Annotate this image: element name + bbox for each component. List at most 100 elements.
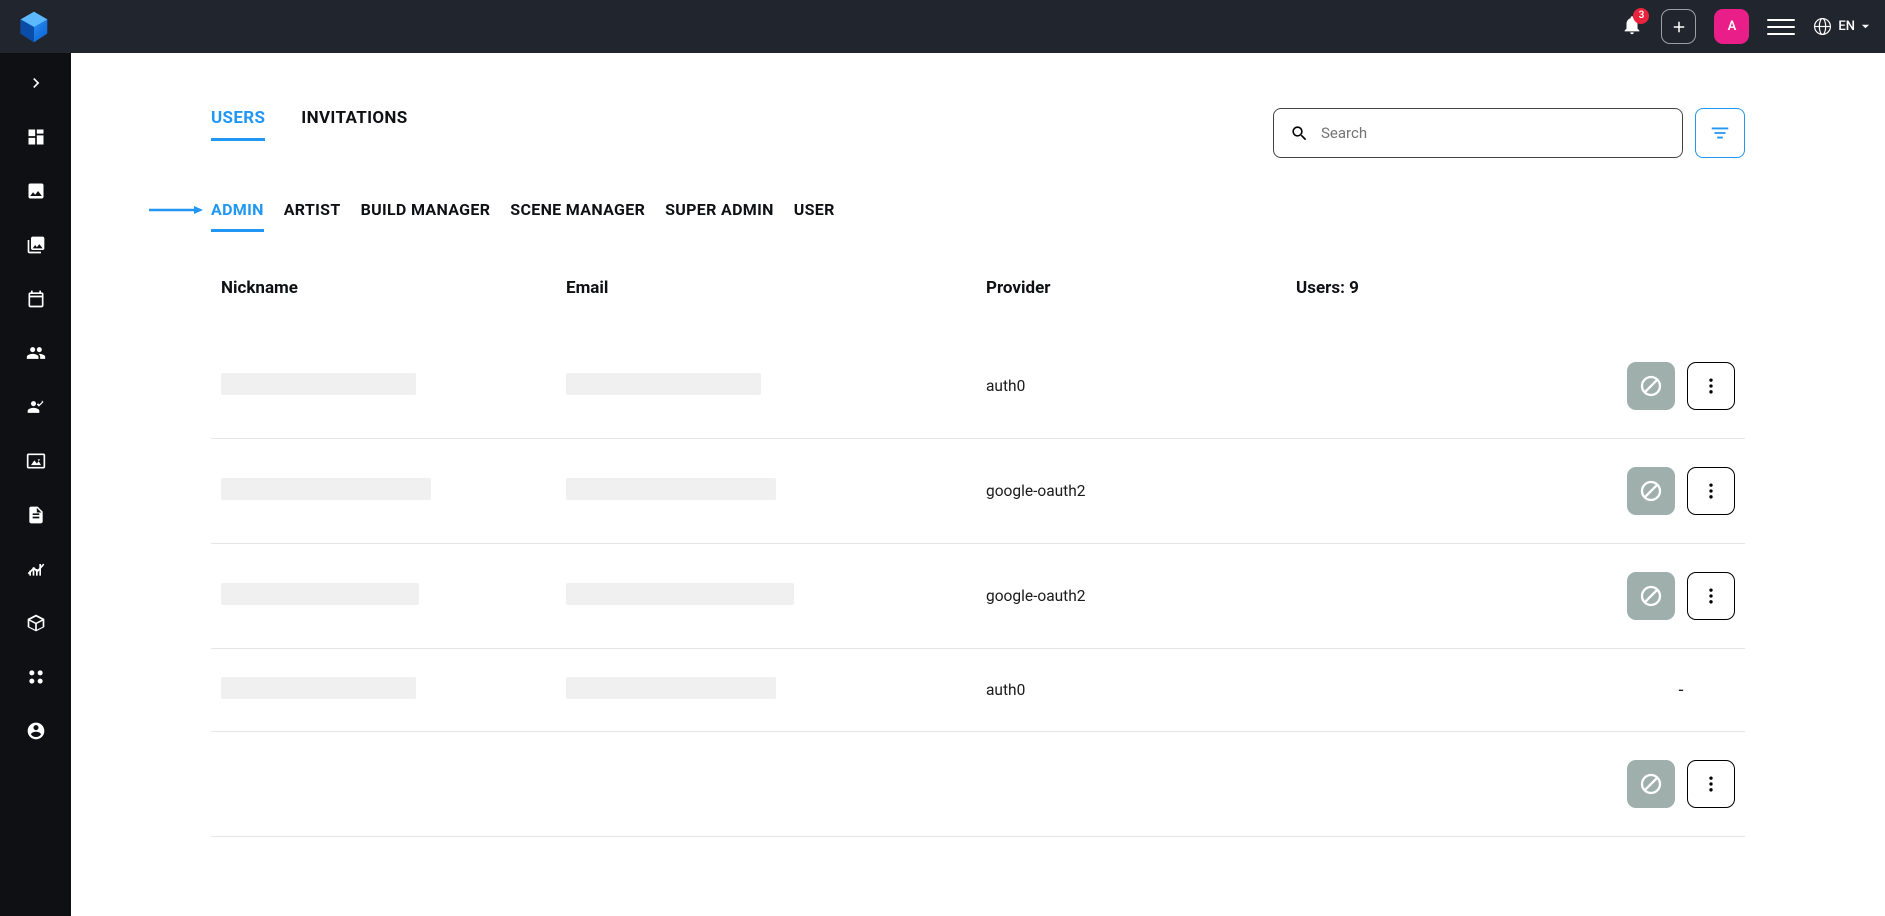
avatar-button[interactable]: A [1714, 9, 1749, 44]
language-label: EN [1838, 19, 1855, 34]
logo[interactable] [15, 8, 53, 46]
sidebar-dashboard[interactable] [24, 125, 48, 149]
hamburger-line-icon [1767, 19, 1795, 21]
table-body: auth0 google-oauth2 google-oauth2 auth0 - [211, 326, 1745, 837]
calendar-icon [26, 289, 46, 309]
table-row [211, 732, 1745, 837]
cell-actions [1276, 572, 1735, 620]
search-input[interactable] [1321, 124, 1666, 142]
globe-icon [1813, 17, 1832, 36]
block-icon [1639, 584, 1663, 608]
redacted-nickname [221, 583, 419, 605]
filter-icon [1709, 122, 1731, 144]
no-actions: - [1627, 680, 1735, 701]
menu-button[interactable] [1767, 19, 1795, 35]
sidebar [0, 53, 71, 916]
block-button[interactable] [1627, 467, 1675, 515]
plus-icon [1670, 18, 1688, 36]
block-icon [1639, 479, 1663, 503]
sidebar-users[interactable] [24, 341, 48, 365]
col-email: Email [566, 278, 986, 298]
image-icon [26, 181, 46, 201]
cell-nickname [221, 478, 566, 504]
redacted-nickname [221, 677, 416, 699]
cell-actions: - [1276, 680, 1735, 701]
role-tab-build-manager[interactable]: BUILD MANAGER [361, 200, 491, 232]
table-header: Nickname Email Provider Users: 9 [211, 278, 1745, 326]
sidebar-gallery-1[interactable] [24, 179, 48, 203]
search-box[interactable] [1273, 108, 1683, 158]
redacted-email [566, 677, 776, 699]
more-button[interactable] [1687, 467, 1735, 515]
redacted-email [566, 583, 794, 605]
person-check-icon [26, 397, 46, 417]
box-icon [26, 613, 46, 633]
sidebar-media[interactable] [24, 449, 48, 473]
arrow-annotation-icon [149, 205, 204, 215]
cube-logo-icon [15, 8, 53, 46]
notification-bell[interactable]: 3 [1621, 14, 1643, 40]
cell-actions [1276, 362, 1735, 410]
primary-tabs: USERS INVITATIONS [211, 108, 408, 141]
topbar: 3 A EN [0, 0, 1885, 53]
cell-email [566, 583, 986, 609]
sidebar-document[interactable] [24, 503, 48, 527]
table-row: auth0 [211, 326, 1745, 439]
cell-provider: auth0 [986, 681, 1276, 699]
role-tab-super-admin[interactable]: SUPER ADMIN [665, 200, 774, 232]
cell-actions [1276, 467, 1735, 515]
role-tabs: ADMIN ARTIST BUILD MANAGER SCENE MANAGER… [211, 200, 1745, 232]
tab-users[interactable]: USERS [211, 108, 265, 141]
redacted-email [566, 478, 776, 500]
sidebar-analytics[interactable] [24, 557, 48, 581]
caret-down-icon [1861, 22, 1870, 31]
role-tab-user[interactable]: USER [794, 200, 835, 232]
sidebar-user-check[interactable] [24, 395, 48, 419]
sidebar-package[interactable] [24, 611, 48, 635]
tab-invitations[interactable]: INVITATIONS [301, 108, 407, 141]
picture-icon [26, 451, 46, 471]
more-button[interactable] [1687, 362, 1735, 410]
file-icon [26, 505, 46, 525]
filter-button[interactable] [1695, 108, 1745, 158]
cell-email [566, 373, 986, 399]
notification-badge: 3 [1633, 8, 1649, 24]
block-button[interactable] [1627, 760, 1675, 808]
more-vertical-icon [1701, 774, 1721, 794]
add-button[interactable] [1661, 9, 1696, 44]
table-row: auth0 - [211, 649, 1745, 732]
sidebar-apps[interactable] [24, 665, 48, 689]
chart-icon [26, 559, 46, 579]
more-vertical-icon [1701, 481, 1721, 501]
cell-nickname [221, 373, 566, 399]
cell-provider: auth0 [986, 377, 1276, 395]
more-button[interactable] [1687, 760, 1735, 808]
more-vertical-icon [1701, 586, 1721, 606]
hamburger-line-icon [1767, 26, 1795, 28]
image-stack-icon [26, 235, 46, 255]
account-circle-icon [26, 721, 46, 741]
cell-email [566, 677, 986, 703]
role-tab-artist[interactable]: ARTIST [284, 200, 341, 232]
sidebar-expand[interactable] [24, 71, 48, 95]
role-tab-admin[interactable]: ADMIN [211, 200, 264, 232]
language-picker[interactable]: EN [1813, 17, 1870, 36]
block-button[interactable] [1627, 362, 1675, 410]
redacted-email [566, 373, 761, 395]
sidebar-gallery-2[interactable] [24, 233, 48, 257]
block-button[interactable] [1627, 572, 1675, 620]
cell-provider: google-oauth2 [986, 482, 1276, 500]
more-button[interactable] [1687, 572, 1735, 620]
role-tab-scene-manager[interactable]: SCENE MANAGER [510, 200, 645, 232]
search-icon [1290, 124, 1309, 143]
table-row: google-oauth2 [211, 544, 1745, 649]
sidebar-profile[interactable] [24, 719, 48, 743]
avatar-letter: A [1728, 19, 1737, 34]
redacted-nickname [221, 478, 431, 500]
redacted-nickname [221, 373, 416, 395]
cell-actions [1276, 760, 1735, 808]
sidebar-calendar[interactable] [24, 287, 48, 311]
people-icon [26, 343, 46, 363]
col-users-count: Users: 9 [1296, 278, 1416, 298]
cell-email [566, 478, 986, 504]
